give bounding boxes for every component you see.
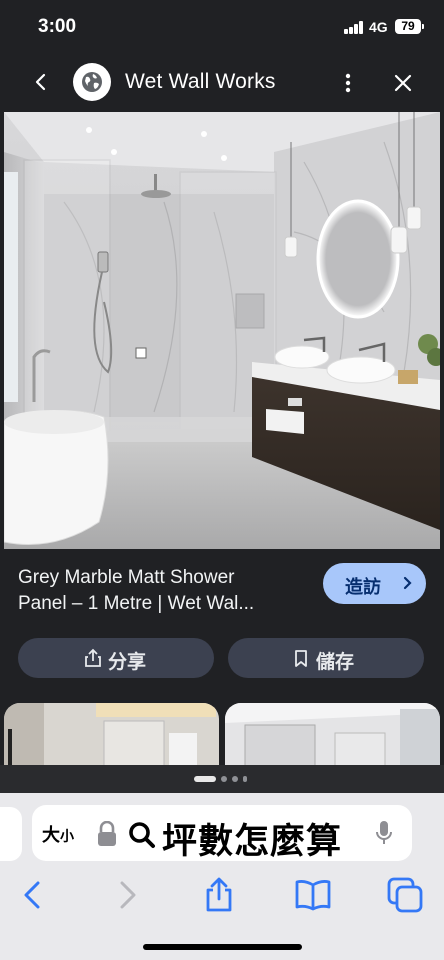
page-indicator — [0, 765, 444, 793]
save-button[interactable]: 儲存 — [228, 638, 424, 678]
safari-back-icon[interactable] — [12, 875, 52, 915]
browser-toolbar: 大小 坪數怎麼算 — [0, 793, 444, 960]
text-size-small: 小 — [60, 828, 74, 844]
visit-label: 造訪 — [345, 577, 381, 597]
result-title-line2: Panel – 1 Metre | Wet Wal... — [18, 593, 255, 614]
search-icon — [129, 822, 155, 848]
address-bar[interactable]: 大小 坪數怎麼算 — [32, 805, 412, 861]
bookmarks-icon[interactable] — [293, 875, 333, 915]
main-image[interactable] — [4, 112, 440, 549]
share-button[interactable]: 分享 — [18, 638, 214, 678]
related-image-thumbnail[interactable] — [225, 703, 440, 769]
site-name[interactable]: Wet Wall Works — [125, 70, 276, 94]
lock-icon — [98, 821, 116, 846]
text-size-large: 大 — [42, 825, 60, 845]
previous-tab-peek[interactable] — [0, 807, 22, 861]
image-viewer-screen: 3:00 4G 79 Wet Wall Works Grey Marble Ma… — [0, 0, 444, 960]
thumbnail-photo — [225, 703, 440, 769]
bookmark-icon — [295, 650, 307, 667]
share-icon — [85, 648, 101, 667]
safari-share-icon[interactable] — [199, 875, 239, 915]
text-size-button[interactable]: 大小 — [42, 821, 74, 847]
result-title-line1: Grey Marble Matt Shower — [18, 567, 235, 588]
close-icon[interactable] — [390, 69, 416, 97]
bathroom-photo — [4, 112, 440, 549]
save-label: 儲存 — [316, 652, 355, 673]
safari-forward-icon[interactable] — [108, 875, 148, 915]
signal-icon — [344, 21, 364, 34]
chevron-right-icon — [403, 576, 412, 590]
home-indicator — [143, 944, 302, 950]
back-chevron-icon[interactable] — [27, 68, 55, 96]
search-query[interactable]: 坪數怎麼算 — [162, 813, 342, 864]
viewer-header: Wet Wall Works — [0, 56, 444, 110]
status-bar: 3:00 4G 79 — [0, 0, 444, 56]
status-time: 3:00 — [38, 16, 77, 37]
battery-icon: 79 — [395, 19, 424, 34]
related-image-thumbnail[interactable] — [4, 703, 219, 769]
more-vertical-icon[interactable] — [335, 69, 361, 97]
network-type: 4G — [369, 19, 388, 35]
mic-icon[interactable] — [375, 819, 393, 847]
thumbnail-photo — [4, 703, 219, 769]
page-dot-active — [194, 776, 216, 782]
share-label: 分享 — [108, 652, 147, 673]
site-favicon[interactable] — [73, 63, 111, 101]
page-dot — [232, 776, 238, 782]
tabs-icon[interactable] — [386, 875, 426, 915]
battery-level: 79 — [401, 19, 415, 33]
page-dot — [243, 776, 247, 782]
page-dot — [221, 776, 227, 782]
globe-icon — [82, 72, 102, 92]
visit-button[interactable]: 造訪 — [323, 563, 426, 604]
result-title[interactable]: Grey Marble Matt Shower Panel – 1 Metre … — [18, 565, 318, 617]
